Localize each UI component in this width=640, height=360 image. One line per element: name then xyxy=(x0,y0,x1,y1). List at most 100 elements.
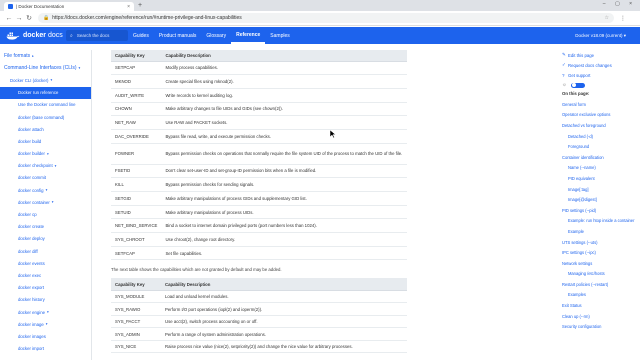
toc-link[interactable]: Example: run htop inside a container xyxy=(562,216,640,227)
sidebar-item-docker-commit[interactable]: docker commit xyxy=(0,172,91,184)
new-tab-button[interactable]: + xyxy=(138,2,142,9)
toc-link[interactable]: Examples xyxy=(562,290,640,301)
sidebar-item-docker-base[interactable]: docker (base command) xyxy=(0,111,91,123)
sidebar-item-docker-history[interactable]: docker history xyxy=(0,294,91,306)
request-changes-link[interactable]: ✓ Request docs changes xyxy=(562,60,640,70)
browser-menu-icon[interactable]: ⋮ xyxy=(620,15,626,22)
sidebar-item-docker-exec[interactable]: docker exec xyxy=(0,269,91,281)
column-header: Capability Description xyxy=(161,278,407,291)
nav-guides[interactable]: Guides xyxy=(128,27,154,44)
table-row: SYS_PACCT Use acct(2), switch process acc… xyxy=(111,315,407,329)
get-support-link[interactable]: ? Get support xyxy=(562,70,640,80)
sidebar-item-docker-builder[interactable]: docker builder ▾ xyxy=(0,148,91,160)
docker-logo[interactable]: docker docs xyxy=(6,32,63,40)
edit-page-link[interactable]: ✎ Edit this page xyxy=(562,50,640,60)
column-header: Capability Description xyxy=(161,50,407,62)
sidebar-item-use-command-line[interactable]: Use the Docker command line xyxy=(0,99,91,111)
capability-description: Set file capabilities. xyxy=(161,246,407,261)
search-placeholder: Search the docs xyxy=(76,33,110,38)
table-row: MKNOD Create special files using mknod(2)… xyxy=(111,74,407,89)
sidebar-item-docker-create[interactable]: docker create xyxy=(0,221,91,233)
sidebar-item-docker-cp[interactable]: docker cp xyxy=(0,208,91,220)
toc-link[interactable]: Exit Status xyxy=(562,300,640,311)
toc-link[interactable]: Network settings xyxy=(562,258,640,269)
capability-key: SYS_ADMIN xyxy=(111,327,161,341)
toc-link[interactable]: Restart policies (--restart) xyxy=(562,279,640,290)
toc-link[interactable]: Name (--name) xyxy=(562,163,640,174)
table-row: AUDIT_WRITE Write records to kernel audit… xyxy=(111,88,407,103)
back-button[interactable]: ← xyxy=(4,15,14,22)
capability-description: Perform I/O port operations (iopl(2) and… xyxy=(161,302,407,316)
main-content: Capability Key Capability Description SE… xyxy=(103,50,423,360)
version-selector[interactable]: Docker v18.09 (current) ▾ xyxy=(575,33,626,39)
capability-description: Bind a socket to internet domain privile… xyxy=(161,218,407,234)
toc-link[interactable]: Detached vs foreground xyxy=(562,120,640,131)
nav-glossary[interactable]: Glossary xyxy=(201,27,231,44)
sidebar-item-clis[interactable]: Command-Line Interfaces (CLIs) ▾ xyxy=(0,62,91,74)
sidebar-item-docker-import[interactable]: docker import xyxy=(0,343,91,355)
sidebar-item-docker-deploy[interactable]: docker deploy xyxy=(0,233,91,245)
toc-link[interactable]: Image[:tag] xyxy=(562,184,640,195)
capability-description: Make arbitrary manipulations of process … xyxy=(161,205,407,220)
sidebar-item-docker-image[interactable]: docker image ▾ xyxy=(0,318,91,330)
toc-link[interactable]: Example xyxy=(562,226,640,237)
capability-key: SETFCAP xyxy=(111,246,162,261)
sidebar-item-docker-run-reference[interactable]: Docker run reference xyxy=(0,86,91,99)
sidebar-item-docker-attach[interactable]: docker attach xyxy=(0,123,91,135)
toc-link[interactable]: Managing /etc/hosts xyxy=(562,269,640,280)
toc-link[interactable]: IPC settings (--ipc) xyxy=(562,247,640,258)
sun-icon: ☼ xyxy=(562,82,567,88)
column-header: Capability Key xyxy=(111,50,162,62)
toc-link[interactable]: UTS settings (--uts) xyxy=(562,237,640,248)
toc-link[interactable]: Container identification xyxy=(562,152,640,163)
sidebar-item-docker-export[interactable]: docker export xyxy=(0,282,91,294)
capability-key: SYS_RAWIO xyxy=(111,302,161,316)
capability-description: Use RAW and PACKET sockets. xyxy=(161,115,407,130)
theme-switch[interactable] xyxy=(570,82,585,88)
sidebar-item-docker-diff[interactable]: docker diff xyxy=(0,245,91,257)
capability-key: DAC_OVERRIDE xyxy=(111,129,162,144)
sidebar-item-docker-config[interactable]: docker config ▾ xyxy=(0,184,91,196)
table-row: SETFCAP Set file capabilities. xyxy=(111,246,407,261)
capability-key: NET_BIND_SERVICE xyxy=(111,218,162,234)
toc-link[interactable]: Clean up (--rm) xyxy=(562,311,640,322)
reload-button[interactable]: ↻ xyxy=(24,14,34,22)
capability-key: SYS_NICE xyxy=(111,340,161,354)
table-row: KILL Bypass permission checks for sending… xyxy=(111,177,407,192)
toc-link[interactable]: PID settings (--pid) xyxy=(562,205,640,216)
search-input[interactable]: ⌕ Search the docs xyxy=(66,30,128,41)
capability-key: SETGID xyxy=(111,191,162,206)
nav-reference[interactable]: Reference xyxy=(231,27,266,44)
toc-link[interactable]: Foreground xyxy=(562,141,640,152)
nav-product-manuals[interactable]: Product manuals xyxy=(154,27,202,44)
sidebar-item-docker-images[interactable]: docker images xyxy=(0,330,91,342)
toc-link[interactable]: PID equivalent xyxy=(562,173,640,184)
sidebar-item-docker-checkpoint[interactable]: docker checkpoint ▾ xyxy=(0,160,91,172)
forward-button[interactable]: → xyxy=(14,15,24,22)
toc-link[interactable]: Detached (-d) xyxy=(562,131,640,142)
table-header-row: Capability Key Capability Description xyxy=(111,50,407,62)
capability-key: FSETID xyxy=(111,164,162,179)
sidebar-item-docker-build[interactable]: docker build xyxy=(0,135,91,147)
toc-link[interactable]: Image[@digest] xyxy=(562,194,640,205)
table-row: SYS_ADMIN Perform a range of system admin… xyxy=(111,327,407,341)
close-tab-icon[interactable]: × xyxy=(127,4,130,10)
sidebar-item-file-formats[interactable]: File formats ▸ xyxy=(0,50,91,62)
bookmark-star-icon[interactable]: ☆ xyxy=(605,15,609,21)
sidebar-item-docker-engine[interactable]: docker engine ▾ xyxy=(0,306,91,318)
nav-samples[interactable]: Samples xyxy=(265,27,294,44)
sidebar-item-docker-events[interactable]: docker events xyxy=(0,257,91,269)
table-row: SYS_CHROOT Use chroot(2), change root dir… xyxy=(111,232,407,247)
capability-key: CHOWN xyxy=(111,102,162,117)
url-text[interactable]: https://docs.docker.com/engine/reference… xyxy=(52,15,604,21)
window-controls[interactable]: – ▢ × xyxy=(603,1,636,7)
toc-link[interactable]: Operator exclusive options xyxy=(562,110,640,121)
address-bar[interactable]: 🔒 https://docs.docker.com/engine/referen… xyxy=(38,13,614,23)
sidebar-item-docker-container[interactable]: docker container ▾ xyxy=(0,196,91,208)
toc-link[interactable]: Security configuration xyxy=(562,321,640,332)
capability-description: Bypass file read, write, and execute per… xyxy=(161,129,407,144)
theme-toggle[interactable]: ☼ xyxy=(562,80,640,90)
toc-link[interactable]: General form xyxy=(562,99,640,110)
sidebar-item-docker-cli[interactable]: Docker CLI (docker) ▾ xyxy=(0,74,91,86)
browser-tab[interactable]: | Docker Documentation × xyxy=(4,2,134,11)
